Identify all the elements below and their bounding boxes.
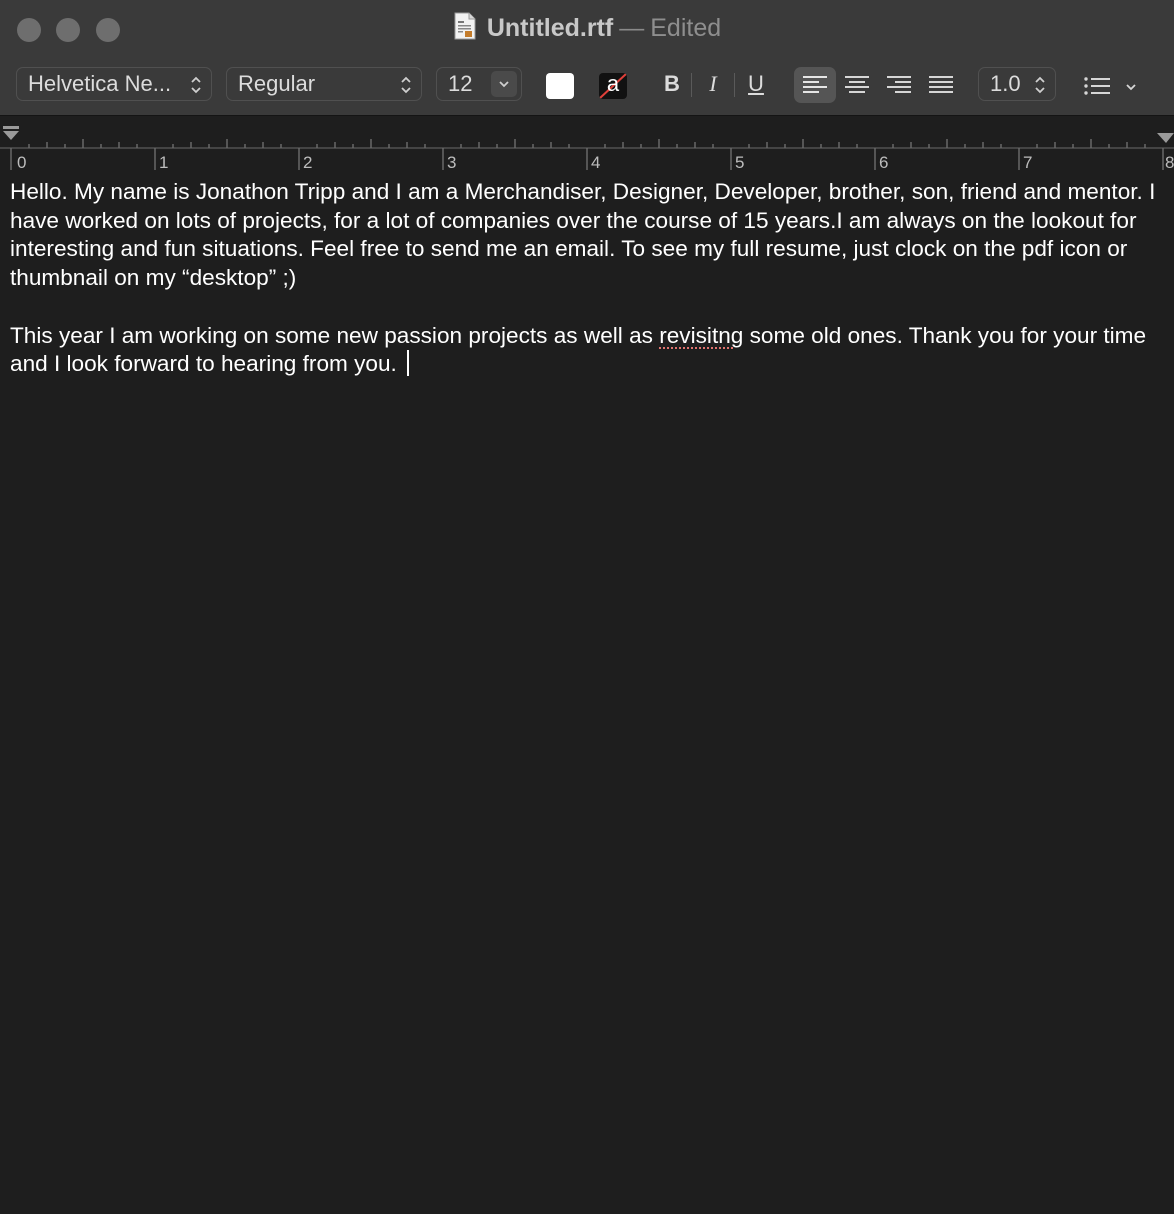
title-separator: — [619,14,645,42]
ruler[interactable]: 0 1 2 3 4 5 6 7 8 [0,116,1174,178]
underline-button[interactable]: U [742,67,770,101]
ruler-number: 6 [879,153,889,172]
ruler-number: 2 [303,153,313,172]
updown-chevron-icon [1035,76,1045,94]
ruler-number: 0 [17,153,27,172]
highlight-color-well[interactable]: a [599,73,627,99]
ruler-number: 7 [1023,153,1033,172]
font-family-popup[interactable]: Helvetica Ne... [16,67,212,101]
document-text-area[interactable]: Hello. My name is Jonathon Tripp and I a… [10,178,1170,379]
left-indent-marker-icon [3,126,19,140]
align-right-icon [887,76,911,93]
align-right-button[interactable] [878,67,920,103]
line-spacing-value: 1.0 [990,71,1021,96]
ruler-ticks [0,126,1174,170]
text-cursor [407,350,410,377]
justify-button[interactable] [920,67,962,103]
ruler-number: 4 [591,153,601,172]
font-style-value: Regular [238,71,316,96]
title-bar: Untitled.rtf — Edited Helvetica Ne... Regu… [0,0,1174,116]
bulleted-list-icon [1084,77,1110,95]
font-size-value: 12 [448,71,473,96]
rtf-document-icon [453,12,477,47]
edited-status: Edited [650,14,722,42]
toolbar-divider [691,73,692,97]
align-center-icon [845,76,869,93]
file-name: Untitled.rtf [486,14,614,42]
ruler-number: 8 [1165,153,1174,172]
list-bullets-menu[interactable] [1080,67,1144,103]
chevron-down-icon [499,81,509,88]
font-style-popup[interactable]: Regular [226,67,422,101]
chevron-down-icon [1126,84,1136,91]
justify-icon [929,76,953,93]
italic-button[interactable]: I [699,67,727,101]
text-color-well[interactable] [546,73,574,99]
ruler-number: 5 [735,153,745,172]
updown-chevron-icon [191,76,201,94]
right-indent-marker-icon [1157,133,1174,143]
font-family-value: Helvetica Ne... [28,71,172,96]
align-left-icon [803,76,827,93]
text-run: This year I am working on some new passi… [10,322,660,348]
paragraph: This year I am working on some new passi… [10,322,1170,379]
window-title: Untitled.rtf — Edited [0,12,1174,47]
updown-chevron-icon [401,76,411,94]
toolbar-divider [734,73,735,97]
ruler-number: 1 [159,153,169,172]
highlight-glyph: a [606,73,620,96]
font-size-dropdown-button[interactable] [491,71,517,97]
misspelled-word[interactable]: revisitng [659,323,743,348]
paragraph: Hello. My name is Jonathon Tripp and I a… [10,179,1156,291]
textedit-window: Untitled.rtf — Edited Helvetica Ne... Regu… [0,0,1174,1214]
line-spacing-popup[interactable]: 1.0 [978,67,1056,101]
bold-button[interactable]: B [658,67,686,101]
align-left-button[interactable] [794,67,836,103]
ruler-number: 3 [447,153,457,172]
align-center-button[interactable] [836,67,878,103]
font-size-combobox[interactable]: 12 [436,67,522,101]
